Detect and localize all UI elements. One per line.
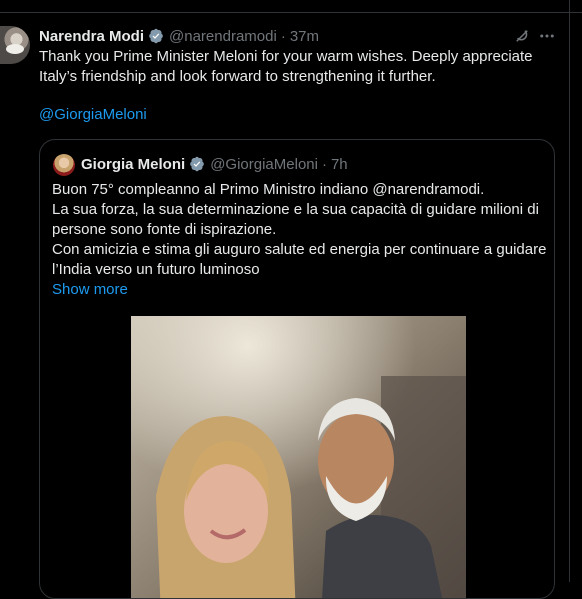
tweet-header: Narendra Modi @narendramodi · 37m: [39, 26, 319, 46]
timestamp[interactable]: 37m: [290, 28, 319, 45]
quote-photo[interactable]: [131, 316, 466, 598]
mention-link[interactable]: @GiorgiaMeloni: [39, 106, 147, 123]
photo-illustration: [131, 316, 466, 598]
quote-author-name[interactable]: Giorgia Meloni: [81, 156, 185, 173]
tweet-body: Thank you Prime Minister Meloni for your…: [39, 48, 533, 85]
quote-timestamp[interactable]: 7h: [331, 156, 348, 173]
quote-line: Con amicizia e stima gli auguro salute e…: [52, 241, 547, 278]
quote-author-handle[interactable]: @GiorgiaMeloni: [210, 156, 318, 173]
quoted-tweet[interactable]: Giorgia Meloni @GiorgiaMeloni · 7h Buon …: [39, 139, 555, 599]
quote-line: Buon 75° compleanno al Primo Ministro in…: [52, 181, 485, 198]
avatar-beard-shape: [6, 44, 24, 54]
author-name[interactable]: Narendra Modi: [39, 28, 144, 45]
more-options-icon[interactable]: [538, 27, 556, 45]
quote-text: Buon 75° compleanno al Primo Ministro in…: [52, 180, 547, 280]
quote-author-avatar[interactable]: [53, 154, 75, 176]
verified-badge-icon: [149, 28, 163, 44]
separator-dot: ·: [280, 27, 286, 45]
grok-icon[interactable]: [513, 27, 531, 45]
tweet-text: Thank you Prime Minister Meloni for your…: [39, 47, 559, 87]
verified-badge-icon: [190, 156, 205, 172]
top-divider: [0, 12, 582, 13]
quote-header: Giorgia Meloni @GiorgiaMeloni · 7h: [81, 154, 348, 174]
quote-line: La sua forza, la sua determinazione e la…: [52, 201, 539, 238]
show-more-link[interactable]: Show more: [52, 281, 128, 298]
author-avatar[interactable]: [0, 26, 30, 64]
right-divider: [569, 0, 570, 582]
separator-dot: ·: [321, 155, 327, 173]
author-handle[interactable]: @narendramodi: [169, 28, 277, 45]
